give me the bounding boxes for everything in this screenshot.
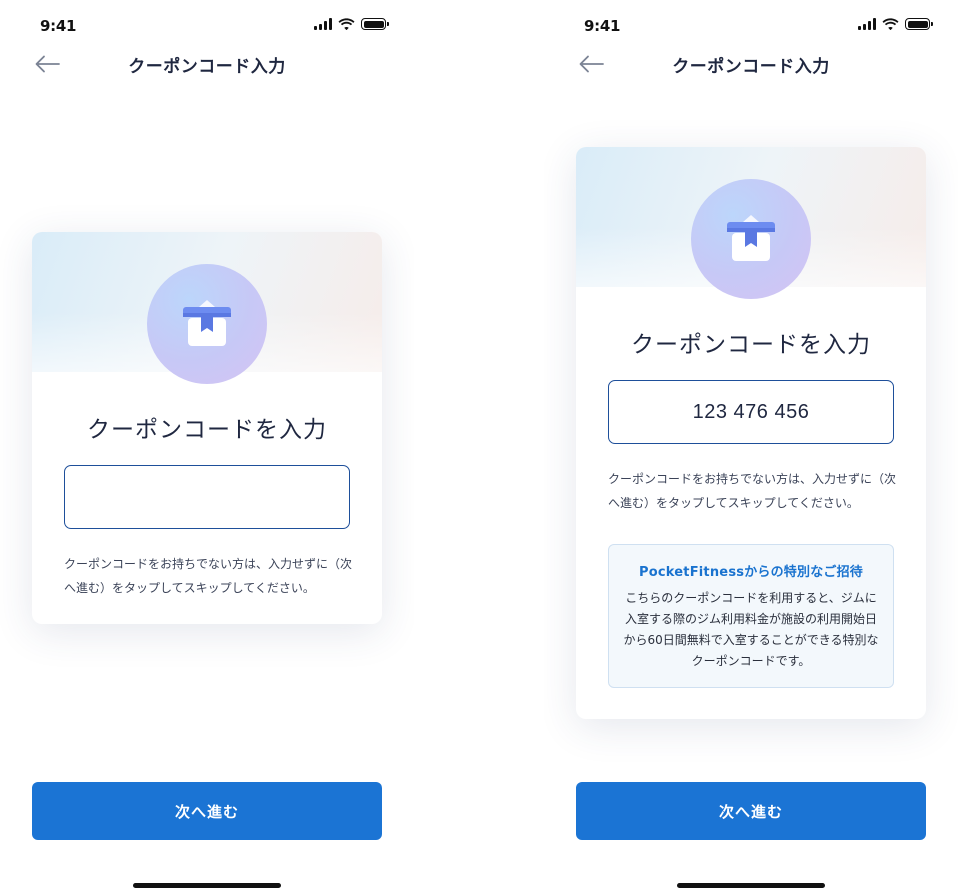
skip-hint-text: クーポンコードをお持ちでない方は、入力せずに（次へ進む）をタップしてスキップして…: [64, 557, 353, 595]
coupon-screen-filled: 9:41 クーポンコード入力 クーポンコードを入力 123 476 456 クー…: [544, 0, 958, 896]
next-button[interactable]: 次へ進む: [576, 782, 926, 840]
wifi-icon: [338, 18, 355, 30]
coupon-code-input[interactable]: [64, 465, 350, 529]
nav-bar: クーポンコード入力: [544, 44, 958, 84]
status-icons: [314, 18, 389, 30]
gift-badge: [147, 264, 267, 384]
status-icons: [858, 18, 933, 30]
gift-icon: [727, 215, 775, 261]
battery-icon: [361, 18, 389, 30]
nav-bar: クーポンコード入力: [0, 44, 414, 84]
coupon-screen-empty: 9:41 クーポンコード入力 クーポンコードを入力 クーポンコードをお持ちでない…: [0, 0, 414, 896]
invite-title: PocketFitnessからの特別なご招待: [639, 565, 863, 580]
gift-icon: [183, 300, 231, 346]
status-bar: 9:41: [544, 0, 958, 50]
status-bar: 9:41: [0, 0, 414, 50]
gift-badge: [691, 179, 811, 299]
coupon-code-input[interactable]: [608, 380, 894, 444]
home-indicator: [133, 883, 281, 888]
skip-hint-text: クーポンコードをお持ちでない方は、入力せずに（次へ進む）をタップしてスキップして…: [608, 472, 897, 510]
card-title: クーポンコードを入力: [631, 332, 871, 358]
invite-description: こちらのクーポンコードを利用すると、ジムに入室する際のジム利用料金が施設の利用開…: [623, 591, 879, 668]
coupon-card: クーポンコードを入力 クーポンコードをお持ちでない方は、入力せずに（次へ進む）を…: [32, 232, 382, 624]
signal-icon: [314, 18, 332, 30]
special-invite-box: PocketFitnessからの特別なご招待 こちらのクーポンコードを利用すると…: [608, 544, 894, 688]
home-indicator: [677, 883, 825, 888]
coupon-card: クーポンコードを入力 クーポンコードをお持ちでない方は、入力せずに（次へ進む）を…: [576, 147, 926, 719]
next-button[interactable]: 次へ進む: [32, 782, 382, 840]
battery-icon: [905, 18, 933, 30]
status-time: 9:41: [584, 17, 621, 35]
page-title: クーポンコード入力: [672, 57, 830, 77]
signal-icon: [858, 18, 876, 30]
page-title: クーポンコード入力: [128, 57, 286, 77]
card-title: クーポンコードを入力: [87, 417, 327, 443]
status-time: 9:41: [40, 17, 77, 35]
wifi-icon: [882, 18, 899, 30]
